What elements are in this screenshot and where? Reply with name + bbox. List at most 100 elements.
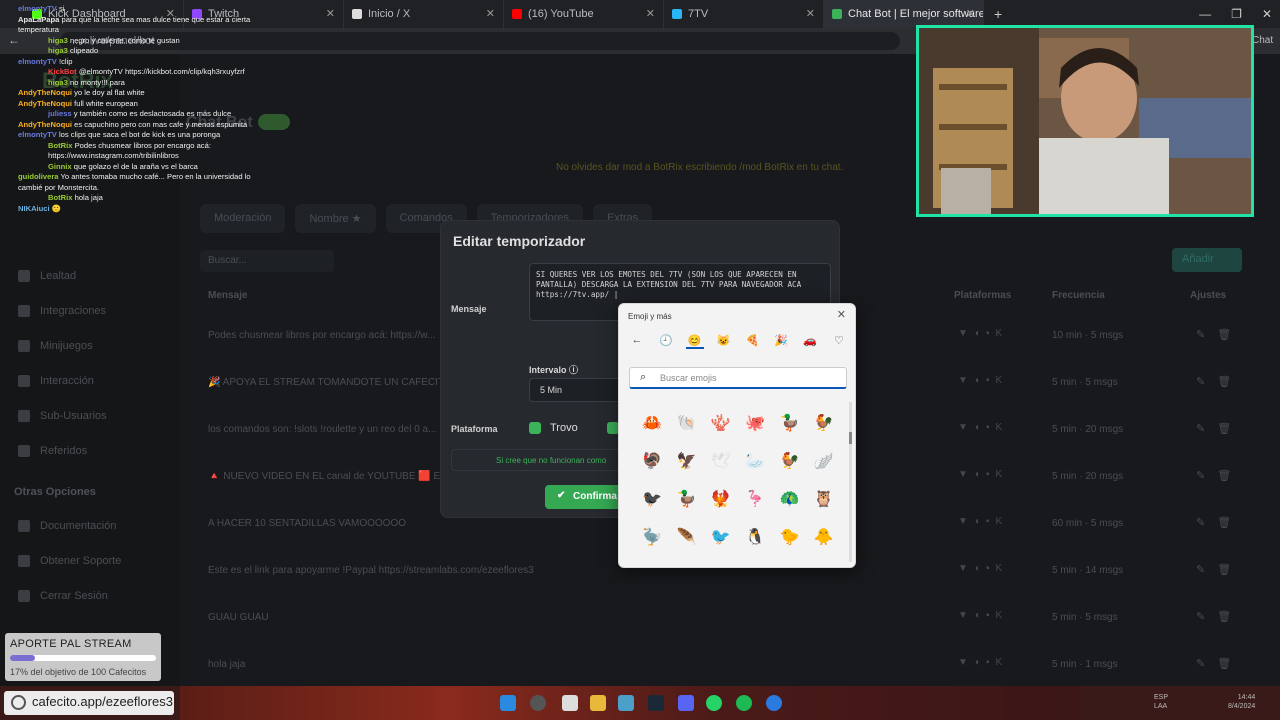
- steam-icon[interactable]: [648, 695, 664, 711]
- sidebar-item[interactable]: Integraciones: [18, 305, 106, 317]
- close-icon[interactable]: ✕: [837, 308, 846, 321]
- sidebar-item[interactable]: Minijuegos: [18, 340, 93, 352]
- sidebar-item[interactable]: Referidos: [18, 445, 87, 457]
- browser-tab[interactable]: (16) YouTube ✕: [504, 0, 664, 28]
- emoji-item[interactable]: 🦉: [807, 488, 841, 510]
- emoji-item[interactable]: 🐧: [738, 526, 772, 548]
- emoji-item[interactable]: 🦤: [635, 526, 669, 548]
- row-actions[interactable]: ✎🗑: [1196, 328, 1243, 341]
- emoji-item[interactable]: 🐙: [738, 412, 772, 434]
- emoji-item[interactable]: 🐓: [807, 412, 841, 434]
- discord-icon[interactable]: [678, 695, 694, 711]
- emoji-item[interactable]: 🦩: [738, 488, 772, 510]
- emoji-item[interactable]: 🐤: [772, 526, 806, 548]
- chat-username[interactable]: higa3: [48, 36, 68, 45]
- emoji-item[interactable]: 🪽: [807, 450, 841, 472]
- tab-close-icon[interactable]: ✕: [966, 7, 975, 20]
- row-actions[interactable]: ✎🗑: [1196, 657, 1243, 670]
- language-indicator[interactable]: ESP LAA: [1154, 693, 1168, 711]
- emoji-category-icon[interactable]: 🕘: [657, 334, 675, 349]
- system-clock[interactable]: 14:44 8/4/2024: [1228, 693, 1255, 711]
- chat-username[interactable]: BotRix: [48, 193, 72, 202]
- emoji-item[interactable]: 🦢: [738, 450, 772, 472]
- sidebar-item[interactable]: Obtener Soporte: [18, 555, 121, 567]
- chat-username[interactable]: juliess: [48, 109, 72, 118]
- new-tab-button[interactable]: +: [994, 6, 1002, 22]
- emoji-category-icon[interactable]: 😊: [685, 334, 704, 349]
- browser-tab[interactable]: Inicio / X ✕: [344, 0, 504, 28]
- emoji-item[interactable]: 🦆: [772, 412, 806, 434]
- emoji-category-icon[interactable]: 🍕: [743, 334, 761, 349]
- emoji-category-icon[interactable]: 🎉: [772, 334, 790, 349]
- emoji-item[interactable]: 🐦: [704, 526, 738, 548]
- chat-username[interactable]: NIKAiuci: [18, 204, 50, 213]
- emoji-item[interactable]: 🦆: [669, 488, 703, 510]
- emoji-category-icon[interactable]: 🚗: [801, 334, 819, 349]
- whatsapp-icon[interactable]: [706, 695, 722, 711]
- app-icon[interactable]: [766, 695, 782, 711]
- close-window-icon[interactable]: ✕: [1262, 7, 1272, 21]
- emoji-item[interactable]: 🕊: [704, 450, 738, 472]
- browser-tab[interactable]: 7TV ✕: [664, 0, 824, 28]
- sidebar-item[interactable]: Interacción: [18, 375, 94, 387]
- chat-username[interactable]: elmontyTV: [18, 4, 57, 13]
- search-input[interactable]: Buscar...: [200, 250, 334, 272]
- browser-icon[interactable]: [618, 695, 634, 711]
- emoji-item[interactable]: 🐦‍🔥: [704, 488, 738, 510]
- emoji-item[interactable]: 🪸: [704, 412, 738, 434]
- confirm-button[interactable]: ✔ Confirma: [545, 485, 625, 509]
- tab-1[interactable]: Nombre ★: [295, 204, 376, 233]
- tab-close-icon[interactable]: ✕: [326, 7, 335, 20]
- browser-tab[interactable]: Chat Bot | El mejor software para✕: [824, 0, 984, 28]
- row-actions[interactable]: ✎🗑: [1196, 469, 1243, 482]
- emoji-item[interactable]: 🐓: [772, 450, 806, 472]
- tab-close-icon[interactable]: ✕: [806, 7, 815, 20]
- spotify-icon[interactable]: [736, 695, 752, 711]
- row-actions[interactable]: ✎🗑: [1196, 375, 1243, 388]
- chat-username[interactable]: KickBot: [48, 67, 77, 76]
- trovo-checkbox[interactable]: [529, 422, 541, 434]
- chat-username[interactable]: AndyTheNoqui: [18, 88, 72, 97]
- chat-username[interactable]: elmontyTV: [18, 130, 57, 139]
- emoji-item[interactable]: 🦀: [635, 412, 669, 434]
- file-explorer-icon[interactable]: [590, 695, 606, 711]
- emoji-category-icon[interactable]: ←: [628, 334, 646, 349]
- tab-close-icon[interactable]: ✕: [646, 7, 655, 20]
- tab-close-icon[interactable]: ✕: [486, 7, 495, 20]
- task-view-icon[interactable]: [562, 695, 578, 711]
- sidebar-item[interactable]: Documentación: [18, 520, 116, 532]
- minimize-icon[interactable]: —: [1199, 7, 1211, 21]
- emoji-item[interactable]: 🦚: [772, 488, 806, 510]
- search-taskbar-icon[interactable]: [530, 695, 546, 711]
- maximize-icon[interactable]: ❐: [1231, 7, 1242, 21]
- chat-username[interactable]: AndyTheNoqui: [18, 99, 72, 108]
- row-actions[interactable]: ✎🗑: [1196, 422, 1243, 435]
- interval-select[interactable]: 5 Min: [529, 378, 623, 402]
- emoji-item[interactable]: 🦃: [635, 450, 669, 472]
- bot-enabled-toggle[interactable]: [258, 114, 290, 130]
- sidebar-item[interactable]: Sub-Usuarios: [18, 410, 107, 422]
- chat-username[interactable]: AndyTheNoqui: [18, 120, 72, 129]
- emoji-item[interactable]: 🐥: [807, 526, 841, 548]
- row-actions[interactable]: ✎🗑: [1196, 516, 1243, 529]
- chat-username[interactable]: elmontyTV: [18, 57, 57, 66]
- row-actions[interactable]: ✎🗑: [1196, 610, 1243, 623]
- chat-username[interactable]: guidolivera: [18, 172, 59, 181]
- emoji-item[interactable]: 🪶: [669, 526, 703, 548]
- emoji-item[interactable]: 🐦‍⬛: [635, 488, 669, 510]
- emoji-category-icon[interactable]: ♡: [830, 334, 848, 349]
- emoji-item[interactable]: 🦅: [669, 450, 703, 472]
- emoji-category-icon[interactable]: 😺: [715, 334, 733, 349]
- sidebar-item[interactable]: Cerrar Sesión: [18, 590, 108, 602]
- chat-username[interactable]: higa3: [48, 78, 68, 87]
- emoji-scrollbar[interactable]: [849, 402, 852, 562]
- emoji-item[interactable]: 🐚: [669, 412, 703, 434]
- chat-username[interactable]: ApaLaPapa: [18, 15, 59, 24]
- add-timer-button[interactable]: Añadir: [1172, 248, 1242, 272]
- sidebar-item[interactable]: Lealtad: [18, 270, 76, 282]
- row-actions[interactable]: ✎🗑: [1196, 563, 1243, 576]
- chat-username[interactable]: Ginnix: [48, 162, 72, 171]
- chat-username[interactable]: BotRix: [48, 141, 72, 150]
- chat-username[interactable]: higa3: [48, 46, 68, 55]
- start-icon[interactable]: [500, 695, 516, 711]
